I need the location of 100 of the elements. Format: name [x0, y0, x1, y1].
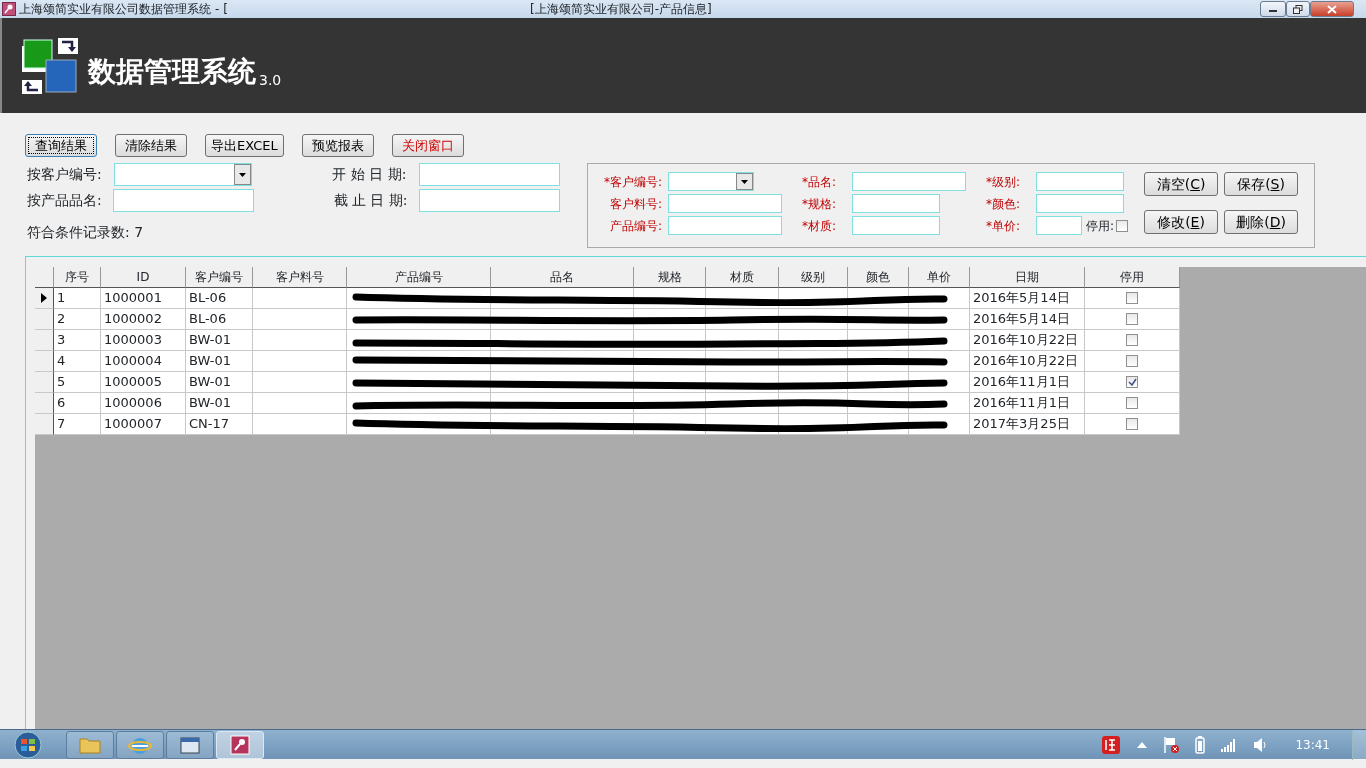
checkbox[interactable] — [1126, 355, 1138, 367]
row-header[interactable] — [35, 351, 54, 372]
battery-icon[interactable] — [1195, 735, 1206, 754]
document-title: [上海颂简实业有限公司-产品信息] — [530, 2, 712, 16]
form-button[interactable]: 清空(C) — [1144, 172, 1219, 196]
checkbox[interactable] — [1126, 292, 1138, 304]
input-field[interactable] — [852, 194, 940, 213]
toolbar-button[interactable]: 清除结果 — [115, 134, 187, 157]
table-cell: 1000006 — [101, 393, 186, 414]
row-header[interactable] — [35, 414, 54, 435]
checkbox[interactable] — [1126, 334, 1138, 346]
table-cell: 1000002 — [101, 309, 186, 330]
input-field[interactable] — [668, 216, 782, 235]
table-cell: 2016年11月1日 — [970, 393, 1085, 414]
column-header[interactable]: ID — [101, 267, 186, 288]
input-field[interactable] — [419, 163, 560, 186]
dropdown-arrow-icon — [741, 179, 748, 184]
row-header[interactable] — [35, 309, 54, 330]
form-button[interactable]: 删除(D) — [1224, 210, 1299, 234]
table-cell: 1000004 — [101, 351, 186, 372]
toolbar-button[interactable]: 预览报表 — [301, 134, 374, 157]
table-cell: 2016年5月14日 — [970, 309, 1085, 330]
column-header[interactable]: 单价 — [909, 267, 970, 288]
close-button[interactable] — [1310, 1, 1354, 17]
column-header[interactable]: 日期 — [970, 267, 1085, 288]
input-field[interactable] — [668, 194, 782, 213]
check-icon — [1127, 378, 1137, 386]
column-header[interactable]: 材质 — [706, 267, 779, 288]
dropdown-arrow-icon — [239, 172, 247, 177]
table-cell: 2016年11月1日 — [970, 372, 1085, 393]
column-header[interactable]: 品名 — [491, 267, 634, 288]
taskbar-button[interactable] — [116, 730, 164, 759]
checkbox-label: 停用: — [1086, 217, 1115, 235]
field-label: 产品编号: — [608, 217, 662, 235]
toolbar-button[interactable]: 导出EXCEL — [205, 134, 284, 157]
toolbar-button[interactable]: 关闭窗口 — [391, 134, 464, 157]
column-header[interactable]: 序号 — [54, 267, 101, 288]
show-desktop-button[interactable] — [1352, 729, 1366, 760]
table-cell: 1000001 — [101, 288, 186, 309]
input-field[interactable] — [419, 189, 560, 212]
column-header[interactable]: 产品编号 — [347, 267, 491, 288]
input-field[interactable] — [112, 189, 254, 212]
table-cell: 3 — [54, 330, 101, 351]
input-field[interactable] — [1036, 194, 1124, 213]
flag-error-icon[interactable] — [1163, 735, 1180, 754]
taskbar-button[interactable] — [66, 730, 114, 759]
field-label: 客户料号: — [608, 195, 662, 213]
input-field[interactable] — [852, 216, 940, 235]
close-icon — [1327, 4, 1337, 14]
column-header[interactable]: 客户料号 — [253, 267, 347, 288]
logo-icon — [22, 37, 78, 94]
dropdown-field[interactable] — [668, 172, 754, 191]
table-cell: 5 — [54, 372, 101, 393]
restore-button[interactable] — [1286, 1, 1310, 17]
checkbox[interactable] — [1126, 313, 1138, 325]
field-label: *单价: — [986, 217, 1022, 235]
show-hidden-icon[interactable] — [1137, 741, 1148, 748]
table-cell: 2016年10月22日 — [970, 351, 1085, 372]
minimize-button[interactable] — [1260, 1, 1286, 17]
checkbox[interactable] — [1126, 418, 1138, 430]
taskbar-button[interactable] — [166, 730, 214, 759]
field-label: *规格: — [802, 195, 838, 213]
field-label: *品名: — [802, 173, 838, 191]
column-header[interactable]: 停用 — [1085, 267, 1180, 288]
field-label: 开 始 日 期: — [332, 165, 408, 184]
checkbox[interactable] — [1126, 397, 1138, 409]
table-cell: 4 — [54, 351, 101, 372]
row-header[interactable] — [35, 393, 54, 414]
record-count: 符合条件记录数: 7 — [27, 223, 145, 242]
column-header[interactable]: 颜色 — [848, 267, 909, 288]
field-label: 截 止 日 期: — [333, 191, 409, 210]
input-field[interactable] — [1036, 172, 1124, 191]
table-cell: 2017年3月25日 — [970, 414, 1085, 435]
column-header[interactable]: 客户编号 — [186, 267, 253, 288]
table-cell: 6 — [54, 393, 101, 414]
table-cell: BW-01 — [186, 351, 253, 372]
dropdown-field[interactable] — [113, 163, 253, 186]
table-cell: CN-17 — [186, 414, 253, 435]
input-field[interactable] — [1036, 216, 1082, 235]
table-cell: 1 — [54, 288, 101, 309]
row-header[interactable] — [35, 330, 54, 351]
row-header[interactable] — [35, 288, 54, 309]
form-button[interactable]: 保存(S) — [1224, 172, 1299, 196]
seal-icon[interactable] — [1101, 734, 1122, 755]
column-header[interactable]: 规格 — [634, 267, 706, 288]
input-field[interactable] — [852, 172, 966, 191]
table-cell: 7 — [54, 414, 101, 435]
field-label: *材质: — [802, 217, 838, 235]
field-label: *颜色: — [986, 195, 1022, 213]
toolbar-button[interactable]: 查询结果 — [25, 134, 97, 157]
table-cell: 1000005 — [101, 372, 186, 393]
table-cell: BW-01 — [186, 330, 253, 351]
signal-icon[interactable] — [1221, 737, 1238, 752]
field-label: 按客户编号: — [27, 165, 103, 184]
volume-icon[interactable] — [1253, 736, 1268, 753]
form-button[interactable]: 修改(E) — [1144, 210, 1219, 234]
checkbox[interactable] — [1116, 219, 1129, 232]
restore-icon — [1293, 4, 1303, 14]
column-header[interactable]: 级别 — [779, 267, 848, 288]
window-title: 上海颂简实业有限公司数据管理系统 - [ — [19, 1, 228, 18]
